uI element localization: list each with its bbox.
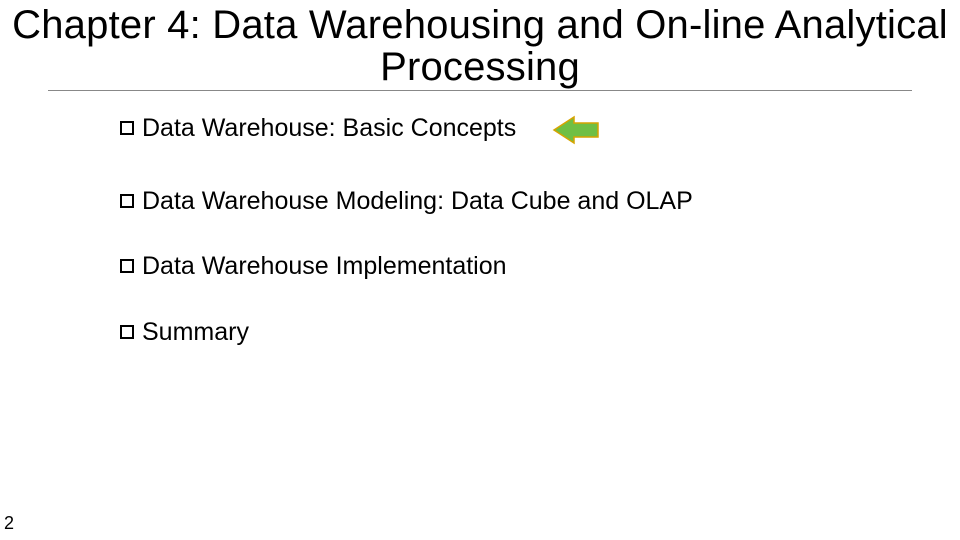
- title-underline: [48, 90, 912, 91]
- list-item-label: Data Warehouse: Basic Concepts: [142, 113, 516, 144]
- square-bullet-icon: [120, 259, 134, 273]
- slide-title-block: Chapter 4: Data Warehousing and On-line …: [0, 0, 960, 88]
- list-item: Data Warehouse: Basic Concepts: [120, 113, 920, 152]
- left-arrow-shape: [554, 117, 598, 143]
- list-item-label: Summary: [142, 317, 249, 348]
- square-bullet-icon: [120, 121, 134, 135]
- page-number: 2: [4, 513, 14, 534]
- list-item: Summary: [120, 317, 920, 348]
- square-bullet-icon: [120, 194, 134, 208]
- square-bullet-icon: [120, 325, 134, 339]
- outline-list: Data Warehouse: Basic Concepts Data Ware…: [0, 113, 960, 348]
- list-item: Data Warehouse Modeling: Data Cube and O…: [120, 186, 920, 217]
- highlight-arrow-icon: [552, 115, 600, 152]
- slide-title: Chapter 4: Data Warehousing and On-line …: [0, 4, 960, 88]
- list-item-label: Data Warehouse Modeling: Data Cube and O…: [142, 186, 693, 217]
- list-item-label: Data Warehouse Implementation: [142, 251, 507, 282]
- list-item: Data Warehouse Implementation: [120, 251, 920, 282]
